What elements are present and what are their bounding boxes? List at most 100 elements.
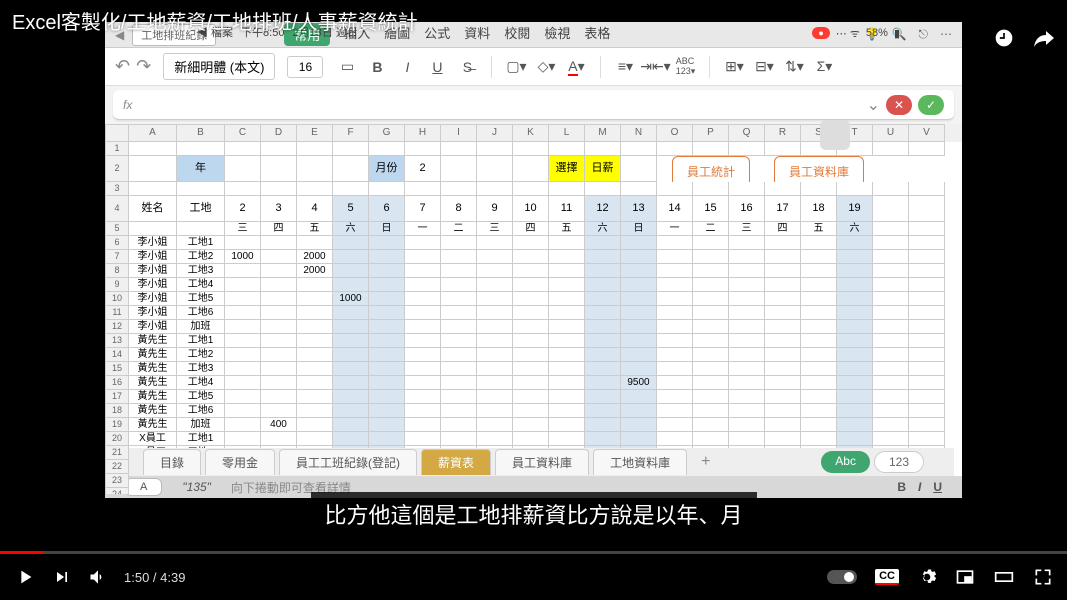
- cell[interactable]: 黃先生: [129, 362, 177, 376]
- cell[interactable]: [549, 404, 585, 418]
- cell[interactable]: [765, 334, 801, 348]
- cell[interactable]: [765, 264, 801, 278]
- col-header[interactable]: D: [261, 124, 297, 142]
- cell[interactable]: [801, 278, 837, 292]
- font-selector[interactable]: 新細明體 (本文): [163, 53, 275, 80]
- cell[interactable]: 黃先生: [129, 348, 177, 362]
- cell[interactable]: [801, 418, 837, 432]
- cell[interactable]: [441, 320, 477, 334]
- cell[interactable]: 五: [297, 222, 333, 236]
- cell[interactable]: [129, 156, 177, 182]
- cell[interactable]: [225, 362, 261, 376]
- cell[interactable]: [801, 390, 837, 404]
- cell[interactable]: [297, 156, 333, 182]
- cell[interactable]: [729, 182, 765, 196]
- cell[interactable]: [837, 376, 873, 390]
- fullscreen-button[interactable]: [1033, 567, 1053, 587]
- cancel-button[interactable]: ✕: [886, 95, 912, 115]
- cell[interactable]: [621, 236, 657, 250]
- volume-button[interactable]: [88, 567, 108, 587]
- cell[interactable]: [333, 142, 369, 156]
- row-header[interactable]: 21: [105, 446, 129, 460]
- cell[interactable]: [513, 156, 549, 182]
- cell[interactable]: [225, 278, 261, 292]
- cell[interactable]: 15: [693, 196, 729, 222]
- cell[interactable]: [405, 306, 441, 320]
- cell[interactable]: [909, 348, 945, 362]
- cell[interactable]: [129, 182, 177, 196]
- cell[interactable]: 8: [441, 196, 477, 222]
- cell[interactable]: [873, 418, 909, 432]
- cell[interactable]: [513, 320, 549, 334]
- cell[interactable]: [513, 278, 549, 292]
- cell[interactable]: [837, 334, 873, 348]
- cell[interactable]: [477, 182, 513, 196]
- cell[interactable]: [513, 306, 549, 320]
- cell[interactable]: [765, 390, 801, 404]
- cell[interactable]: [369, 404, 405, 418]
- row-header[interactable]: 1: [105, 142, 129, 156]
- cell[interactable]: [369, 348, 405, 362]
- cell[interactable]: [801, 376, 837, 390]
- cell[interactable]: [765, 278, 801, 292]
- cell[interactable]: [657, 404, 693, 418]
- cell[interactable]: [585, 292, 621, 306]
- cell[interactable]: [549, 182, 585, 196]
- cell[interactable]: [909, 334, 945, 348]
- align-button[interactable]: ≡▾: [613, 55, 637, 79]
- cell[interactable]: [333, 182, 369, 196]
- confirm-button[interactable]: ✓: [918, 95, 944, 115]
- cell[interactable]: 工地2: [177, 348, 225, 362]
- col-header[interactable]: B: [177, 124, 225, 142]
- row-header[interactable]: 4: [105, 196, 129, 222]
- row-header[interactable]: 18: [105, 404, 129, 418]
- select-all-corner[interactable]: [105, 124, 129, 142]
- cell[interactable]: [369, 142, 405, 156]
- cell[interactable]: 3: [261, 196, 297, 222]
- col-header[interactable]: R: [765, 124, 801, 142]
- cell[interactable]: [693, 278, 729, 292]
- font-color-button[interactable]: A▾: [564, 55, 588, 79]
- cell[interactable]: [225, 182, 261, 196]
- col-header[interactable]: G: [369, 124, 405, 142]
- cell[interactable]: [477, 376, 513, 390]
- cell[interactable]: [261, 306, 297, 320]
- cell[interactable]: [477, 348, 513, 362]
- col-header[interactable]: A: [129, 124, 177, 142]
- cell[interactable]: [261, 236, 297, 250]
- cell[interactable]: [369, 418, 405, 432]
- cell[interactable]: [441, 404, 477, 418]
- cell[interactable]: [729, 250, 765, 264]
- cell[interactable]: [657, 264, 693, 278]
- cell[interactable]: 六: [837, 222, 873, 236]
- cell[interactable]: [585, 236, 621, 250]
- cell[interactable]: [657, 278, 693, 292]
- cell[interactable]: [729, 292, 765, 306]
- cell[interactable]: 選擇: [549, 156, 585, 182]
- cell[interactable]: 六: [333, 222, 369, 236]
- cell[interactable]: [441, 182, 477, 196]
- row-header[interactable]: 6: [105, 236, 129, 250]
- cell[interactable]: [177, 182, 225, 196]
- cell[interactable]: [657, 182, 693, 196]
- cell[interactable]: [405, 418, 441, 432]
- x2-icon[interactable]: ▭: [335, 55, 359, 79]
- cell[interactable]: [369, 278, 405, 292]
- cell[interactable]: [333, 320, 369, 334]
- col-header[interactable]: J: [477, 124, 513, 142]
- cell[interactable]: [405, 432, 441, 446]
- cell[interactable]: [837, 306, 873, 320]
- kb-italic[interactable]: I: [918, 480, 921, 494]
- cell[interactable]: [441, 156, 477, 182]
- autoplay-toggle[interactable]: [827, 570, 857, 584]
- cell[interactable]: [801, 250, 837, 264]
- cell[interactable]: 二: [441, 222, 477, 236]
- cell[interactable]: [585, 250, 621, 264]
- col-header[interactable]: Q: [729, 124, 765, 142]
- cell[interactable]: [801, 264, 837, 278]
- add-sheet-button[interactable]: +: [691, 449, 720, 475]
- cell[interactable]: 16: [729, 196, 765, 222]
- cell[interactable]: [873, 182, 909, 196]
- cell[interactable]: [549, 418, 585, 432]
- cell[interactable]: [729, 362, 765, 376]
